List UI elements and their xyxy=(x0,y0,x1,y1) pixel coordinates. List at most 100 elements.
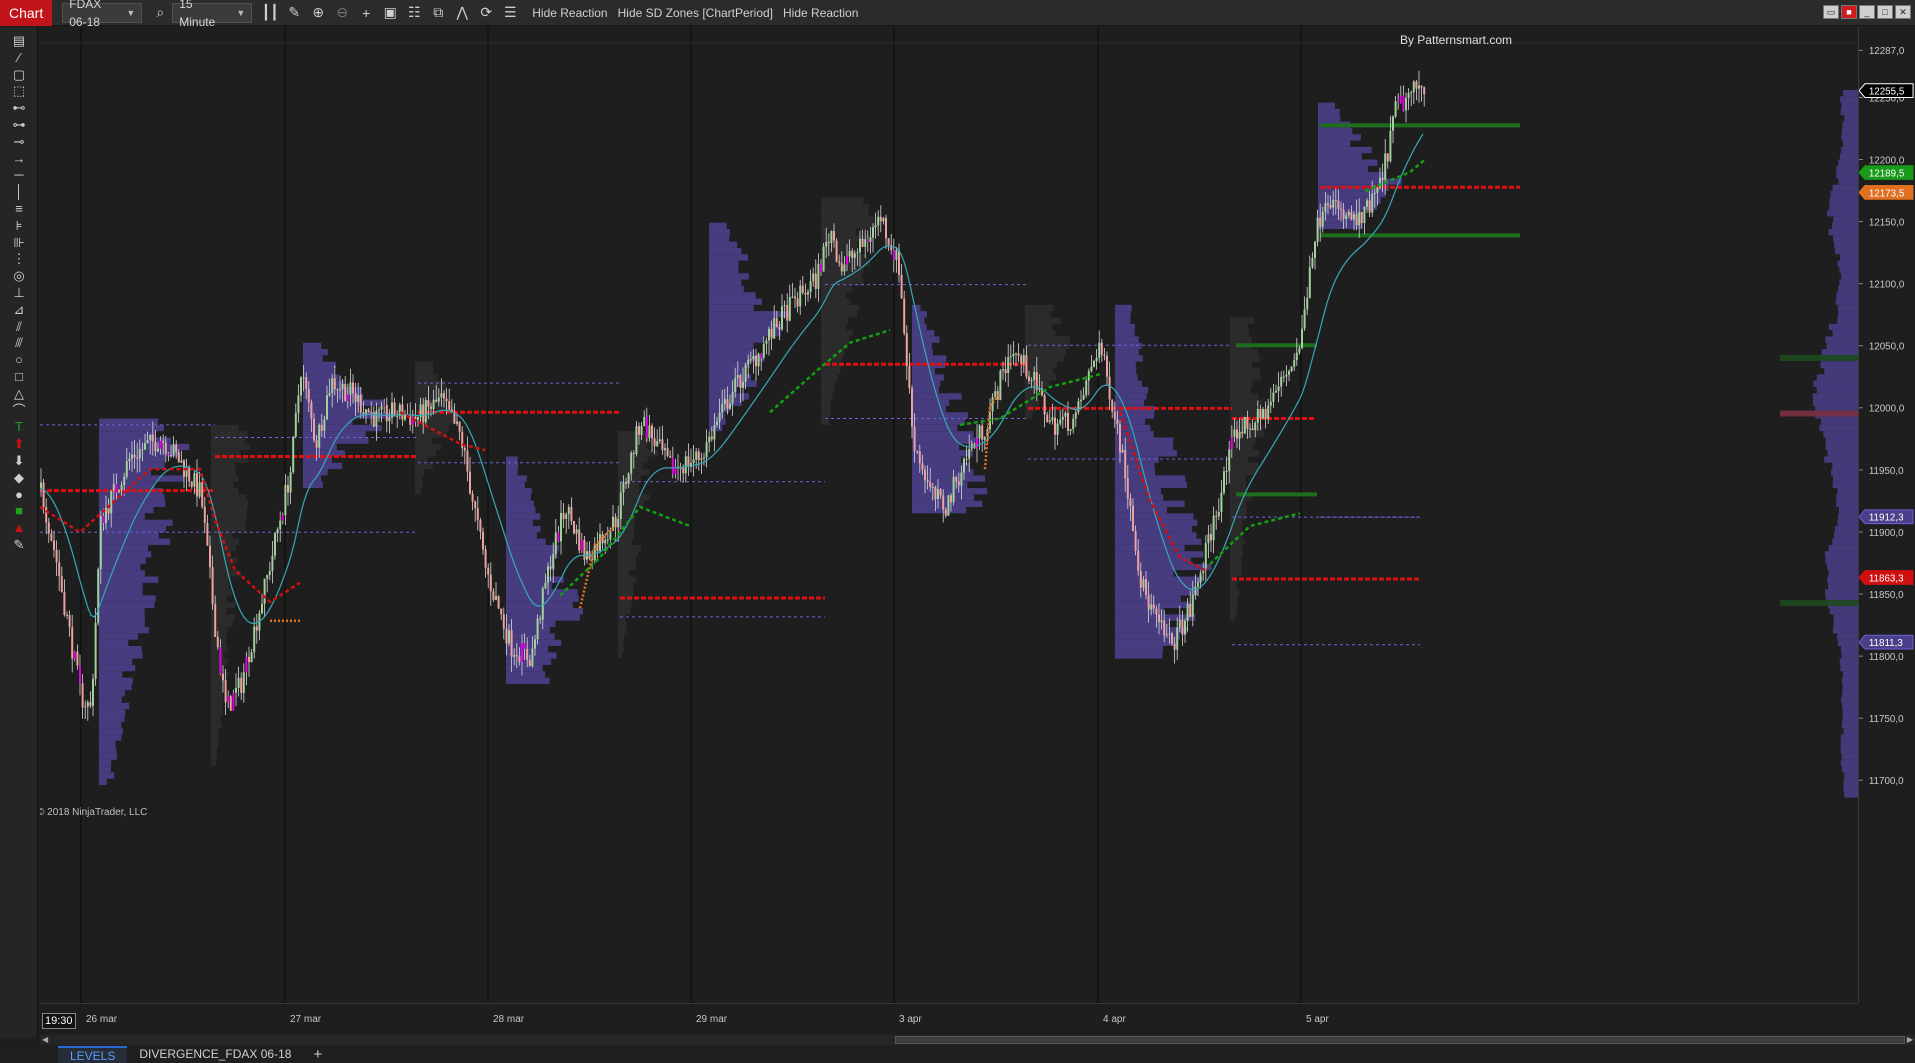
candle-body xyxy=(190,481,193,487)
arrow-down-icon[interactable]: ⬆ xyxy=(9,436,29,452)
candle-body xyxy=(214,604,217,637)
horizontal-line-icon[interactable]: ─ xyxy=(9,167,29,183)
candle-body xyxy=(1002,369,1004,371)
ray-icon[interactable]: ⊶ xyxy=(9,117,29,133)
arrow-up-icon[interactable]: T xyxy=(9,419,29,435)
box2-icon[interactable]: ⬚ xyxy=(9,83,29,99)
fib-retracement-icon[interactable]: ≡ xyxy=(9,201,29,217)
line-icon[interactable]: ⊷ xyxy=(9,100,29,116)
candle-body xyxy=(565,514,568,519)
chevron-down-icon: ▼ xyxy=(126,7,136,18)
zoom-out-icon[interactable]: ⊖ xyxy=(330,2,354,24)
price-chart[interactable]: By Patternsmart.com © 2018 NinjaTrader, L… xyxy=(40,27,1858,1003)
add-tab-icon[interactable]: + xyxy=(303,1046,332,1063)
ruler-icon[interactable]: ▤ xyxy=(9,33,29,49)
scroll-right-icon[interactable]: ▶ xyxy=(1907,1035,1913,1044)
candle-body xyxy=(749,359,752,361)
zoom-in-icon[interactable]: ⊕ xyxy=(306,2,330,24)
reload-icon[interactable]: ⟳ xyxy=(474,2,498,24)
candle-body xyxy=(1272,392,1275,402)
ellipse-icon[interactable]: ⫻ xyxy=(9,335,29,351)
candle-body xyxy=(466,450,469,472)
candle-body xyxy=(755,355,757,367)
candle-body xyxy=(1176,627,1179,650)
arc-icon[interactable]: △ xyxy=(9,386,29,402)
candle-body xyxy=(385,405,388,422)
color-icon[interactable]: ■ xyxy=(1841,5,1857,19)
instrument-selector[interactable]: FDAX 06-18 ▼ xyxy=(62,0,143,29)
fib-extension-icon[interactable]: ⊧ xyxy=(9,218,29,234)
strategy-icon[interactable]: ☷ xyxy=(402,2,426,24)
properties-icon[interactable]: ☰ xyxy=(498,2,522,24)
diamond-icon[interactable]: ⬇ xyxy=(9,453,29,469)
candle-body xyxy=(814,273,817,289)
vertical-line-icon[interactable]: │ xyxy=(9,184,29,200)
candle-body xyxy=(339,389,341,391)
candle-body xyxy=(502,614,505,629)
horizontal-scrollbar[interactable]: ◀ ▶ xyxy=(40,1035,1915,1045)
maximize-icon[interactable]: □ xyxy=(1877,5,1893,19)
candle-body xyxy=(1197,582,1199,587)
bar-type-icon[interactable]: ┃┃ xyxy=(258,2,282,24)
tab-levels[interactable]: LEVELS xyxy=(58,1046,128,1063)
candle-body xyxy=(1373,192,1376,194)
minimize-icon[interactable]: _ xyxy=(1859,5,1875,19)
candle-body xyxy=(1111,399,1114,412)
candle-body xyxy=(484,549,487,568)
fib-icon[interactable]: ⁄ xyxy=(9,50,29,66)
candles xyxy=(40,70,1426,721)
candle-body xyxy=(573,521,575,534)
crosshair-icon[interactable]: + xyxy=(354,2,378,24)
hide-reaction-button-2[interactable]: Hide Reaction xyxy=(783,6,858,20)
rectangle-icon[interactable]: ○ xyxy=(9,352,29,368)
candle-body xyxy=(560,512,562,542)
candle-body xyxy=(268,571,271,576)
period-selector[interactable]: 15 Minute ▼ xyxy=(172,0,253,29)
draw-tools-icon[interactable]: ⋀ xyxy=(450,2,474,24)
scroll-icon[interactable]: ▭ xyxy=(1823,5,1839,19)
candle-body xyxy=(170,455,172,457)
regression-icon[interactable]: ⊿ xyxy=(9,302,29,318)
triangle-up-icon[interactable]: ■ xyxy=(9,503,29,519)
fib-timezone-icon[interactable]: ⊪ xyxy=(9,235,29,251)
indicator-icon[interactable]: ⧉ xyxy=(426,2,450,24)
extended-line-icon[interactable]: ⊸ xyxy=(9,134,29,150)
candle-body xyxy=(1132,505,1134,532)
text-icon[interactable]: ⌒ xyxy=(9,403,29,419)
hide-sd-zones-button[interactable]: Hide SD Zones [ChartPeriod] xyxy=(618,6,773,20)
gann-icon[interactable]: ⊥ xyxy=(9,285,29,301)
dot-icon[interactable]: ◆ xyxy=(9,470,29,486)
triangle-icon[interactable]: □ xyxy=(9,369,29,385)
pencil-icon[interactable]: ✎ xyxy=(282,2,306,24)
tab-divergence[interactable]: DIVERGENCE_FDAX 06-18 xyxy=(127,1046,303,1063)
candle-body xyxy=(346,394,349,401)
arrow-line-icon[interactable]: → xyxy=(9,151,29,167)
chart-tab[interactable]: Chart xyxy=(0,0,53,26)
scroll-thumb[interactable] xyxy=(895,1036,1905,1044)
data-box-icon[interactable]: ▣ xyxy=(378,2,402,24)
candle-body xyxy=(955,476,958,482)
candle-body xyxy=(1368,200,1371,213)
square-icon[interactable]: ● xyxy=(9,487,29,503)
candle-body xyxy=(778,327,781,330)
channel-icon[interactable]: ⫽ xyxy=(9,319,29,335)
box-icon[interactable]: ▢ xyxy=(9,67,29,83)
time-label: 27 mar xyxy=(290,1014,322,1025)
price-tick-label: 11750,0 xyxy=(1869,714,1904,725)
fib-circle-icon[interactable]: ⋮ xyxy=(9,251,29,267)
triangle-down-icon[interactable]: ▲ xyxy=(9,520,29,536)
candle-body xyxy=(632,452,635,455)
scroll-left-icon[interactable]: ◀ xyxy=(42,1035,48,1044)
candle-body xyxy=(913,426,916,452)
candle-body xyxy=(1121,449,1124,453)
candle-body xyxy=(723,399,726,404)
close-icon[interactable]: ✕ xyxy=(1895,5,1911,19)
candle-body xyxy=(578,529,581,551)
hide-reaction-button[interactable]: Hide Reaction xyxy=(532,6,607,20)
candle-body xyxy=(118,490,120,493)
andrews-icon[interactable]: ◎ xyxy=(9,268,29,284)
magnify-icon[interactable]: ⌕ xyxy=(148,2,172,24)
candle-body xyxy=(432,399,435,409)
candle-body xyxy=(271,555,274,572)
pencil-draw-icon[interactable]: ✎ xyxy=(9,537,29,553)
